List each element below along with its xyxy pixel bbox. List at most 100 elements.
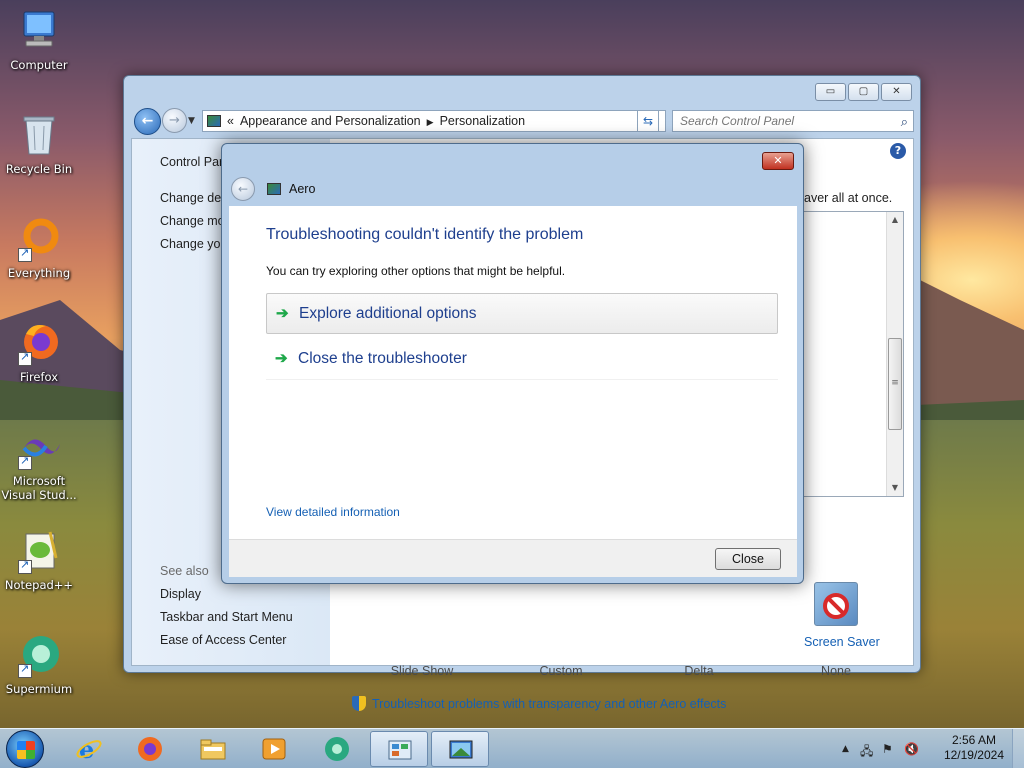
shortcut-arrow-icon — [18, 350, 32, 366]
search-placeholder: Search Control Panel — [680, 114, 795, 128]
breadcrumb-appearance[interactable]: Appearance and Personalization — [240, 114, 421, 128]
dialog-back-button[interactable]: ← — [231, 177, 255, 201]
theme-none-label[interactable]: None — [796, 664, 876, 678]
maximize-button[interactable]: ▢ — [848, 83, 879, 101]
help-icon[interactable]: ? — [890, 143, 906, 159]
shortcut-arrow-icon — [18, 454, 32, 470]
desktop-icon-notepad-plus-plus[interactable]: Notepad++ — [1, 528, 77, 592]
dialog-body: Troubleshooting couldn't identify the pr… — [229, 206, 797, 539]
option-label: Close the troubleshooter — [298, 350, 467, 367]
desktop-icon-label: Recycle Bin — [5, 162, 73, 176]
change-desktop-icons-link[interactable]: Change des — [160, 191, 227, 205]
desktop-icon-computer[interactable]: Computer — [1, 8, 77, 72]
start-button[interactable] — [6, 730, 44, 768]
search-icon[interactable]: ⌕ — [901, 112, 908, 132]
breadcrumb-personalization[interactable]: Personalization — [440, 114, 525, 128]
green-arrow-icon: ➔ — [276, 305, 289, 322]
desktop-icon-everything[interactable]: Everything — [1, 216, 77, 280]
shortcut-arrow-icon — [18, 246, 32, 262]
refresh-button[interactable]: ⇆ — [637, 110, 659, 132]
back-button[interactable]: ← — [134, 108, 161, 135]
desktop-icon-recycle-bin[interactable]: Recycle Bin — [1, 112, 77, 176]
desktop-icon-label: Firefox — [19, 370, 59, 384]
desktop-icon-label: Computer — [10, 58, 68, 72]
action-center-flag-icon[interactable]: ⚑ — [882, 742, 893, 756]
show-hidden-icons-icon[interactable]: ▲ — [842, 744, 849, 754]
see-also-heading: See also — [160, 564, 209, 578]
green-arrow-icon: ➔ — [275, 350, 288, 367]
system-clock[interactable]: 2:56 AM 12/19/2024 — [944, 733, 1004, 763]
taskbar-internet-explorer[interactable]: e — [60, 731, 118, 767]
troubleshooter-app-icon — [267, 183, 281, 195]
forward-button[interactable]: → — [162, 108, 187, 133]
scroll-down-icon[interactable]: ▼ — [887, 480, 903, 496]
notepad-plus-plus-icon — [16, 528, 62, 574]
change-mouse-pointers-link[interactable]: Change mo — [160, 214, 225, 228]
taskbar-control-panel[interactable] — [370, 731, 428, 767]
change-account-picture-link[interactable]: Change you — [160, 237, 227, 251]
recent-pages-dropdown[interactable]: ▼ — [188, 116, 195, 126]
dialog-footer: Close — [229, 539, 797, 577]
close-button[interactable]: Close — [715, 548, 781, 570]
close-window-button[interactable]: ✕ — [881, 83, 912, 101]
minimize-button[interactable]: ▭ — [815, 83, 846, 101]
desktop-icon-firefox[interactable]: Firefox — [1, 320, 77, 384]
search-input[interactable]: Search Control Panel ⌕ — [672, 110, 914, 132]
show-desktop-button[interactable] — [1012, 729, 1024, 768]
scroll-up-icon[interactable]: ▲ — [887, 212, 903, 228]
internet-explorer-icon: e — [76, 735, 102, 763]
shortcut-arrow-icon — [18, 662, 32, 678]
description-text: aver all at once. — [804, 191, 893, 205]
taskbar: e ▲ 🖧 ⚑ 🔇 2:56 AM 12/19/2024 — [0, 728, 1024, 768]
taskbar-troubleshooter[interactable] — [431, 731, 489, 767]
explore-additional-options-link[interactable]: ➔ Explore additional options — [266, 293, 778, 334]
troubleshooter-icon — [449, 740, 473, 759]
notification-area: ▲ 🖧 ⚑ 🔇 2:56 AM 12/19/2024 — [834, 729, 1024, 768]
uac-shield-icon — [352, 696, 366, 711]
troubleshoot-aero-link[interactable]: Troubleshoot problems with transparency … — [352, 696, 726, 711]
shortcut-arrow-icon — [18, 558, 32, 574]
supermium-icon — [16, 632, 62, 678]
computer-icon — [16, 8, 62, 54]
theme-delta-label[interactable]: Delta — [659, 664, 739, 678]
taskbar-file-explorer[interactable] — [184, 731, 242, 767]
taskbar-supermium[interactable] — [308, 731, 366, 767]
display-link[interactable]: Display — [160, 587, 201, 601]
screen-saver-icon[interactable] — [814, 582, 858, 626]
taskbar-media-player[interactable] — [245, 731, 303, 767]
address-overflow-chevron[interactable]: « — [227, 114, 234, 128]
control-panel-icon — [388, 740, 412, 760]
scroll-thumb[interactable]: ≡ — [888, 338, 902, 430]
windows-logo-icon — [17, 741, 35, 759]
screen-saver-link[interactable]: Screen Saver — [804, 635, 880, 649]
address-row: ← → ▼ « Appearance and Personalization ▶ Pe… — [132, 107, 914, 135]
theme-slide-show-label[interactable]: Slide Show — [382, 664, 462, 678]
taskbar-firefox[interactable] — [121, 731, 179, 767]
theme-custom-label[interactable]: Custom — [521, 664, 601, 678]
dialog-header: ← Aero — [230, 174, 796, 206]
ease-of-access-link[interactable]: Ease of Access Center — [160, 633, 286, 647]
dialog-heading: Troubleshooting couldn't identify the pr… — [266, 226, 584, 243]
breadcrumb-separator-icon[interactable]: ▶ — [427, 117, 434, 127]
supermium-icon — [325, 737, 349, 761]
taskbar-start-menu-link[interactable]: Taskbar and Start Menu — [160, 610, 293, 624]
firefox-icon — [16, 320, 62, 366]
close-troubleshooter-link[interactable]: ➔ Close the troubleshooter — [266, 339, 778, 380]
theme-list-scrollbar[interactable]: ▲ ≡ ▼ — [886, 212, 903, 496]
desktop-icon-label: Microsoft Visual Stud... — [1, 474, 77, 502]
desktop-icon-supermium[interactable]: Supermium — [1, 632, 77, 696]
control-panel-icon — [207, 115, 221, 127]
control-panel-home-link[interactable]: Control Par — [160, 155, 223, 169]
desktop-icon-visual-studio[interactable]: Microsoft Visual Stud... — [1, 424, 77, 502]
view-detailed-information-link[interactable]: View detailed information — [266, 505, 400, 519]
troubleshoot-aero-text: Troubleshoot problems with transparency … — [372, 697, 727, 711]
clock-date: 12/19/2024 — [943, 748, 1004, 762]
volume-muted-icon[interactable]: 🔇 — [904, 742, 919, 756]
network-icon[interactable]: 🖧 — [860, 742, 873, 763]
address-bar[interactable]: « Appearance and Personalization ▶ Personal… — [202, 110, 666, 132]
dialog-close-x-button[interactable]: ✕ — [762, 152, 794, 170]
folder-icon — [200, 739, 226, 760]
aero-troubleshooter-dialog: ✕ ← Aero Troubleshooting couldn't identi… — [221, 143, 804, 584]
window-controls: ▭ ▢ ✕ — [815, 83, 912, 101]
media-player-icon — [262, 738, 286, 760]
